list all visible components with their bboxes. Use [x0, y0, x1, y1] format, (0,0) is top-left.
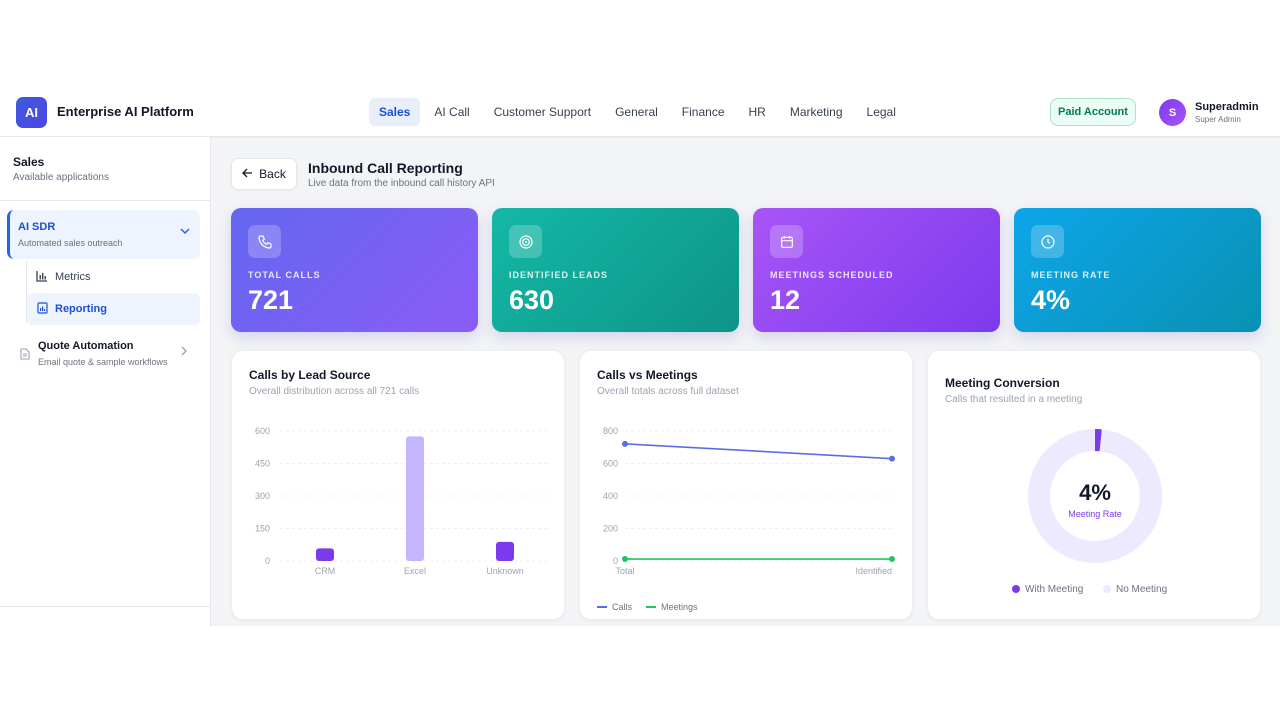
data-point: [622, 556, 628, 563]
chevron-right-icon[interactable]: [180, 345, 187, 359]
kpi-card-meetings-scheduled: MEETINGS SCHEDULED 12: [753, 208, 1000, 332]
bar-chart: 0 150 300 450 600 CRM Excel Unknown: [255, 426, 550, 576]
legend-swatch: [1103, 585, 1111, 593]
kpi-value: 630: [509, 285, 555, 315]
y-tick-label: 150: [255, 524, 270, 534]
calendar-icon: [770, 225, 803, 258]
kpi-label: IDENTIFIED LEADS: [509, 270, 609, 280]
y-tick-label: 600: [255, 426, 270, 436]
app-desc: Automated sales outreach: [18, 238, 123, 248]
avatar[interactable]: S: [1159, 99, 1186, 126]
nav-general[interactable]: General: [605, 98, 668, 126]
bar: [496, 541, 514, 561]
nav-ai-call[interactable]: AI Call: [424, 98, 479, 126]
line-chart: 0 200 400 600 800 Total Identified Calls Meeting…: [597, 426, 895, 612]
data-point: [889, 556, 895, 563]
phone-icon: [248, 225, 281, 258]
sidebar: Sales Available applications AI SDR Auto…: [0, 137, 211, 626]
nav-finance[interactable]: Finance: [672, 98, 735, 126]
clock-icon: [1031, 225, 1064, 258]
y-tick-label: 600: [603, 459, 618, 469]
legend-label: Calls: [612, 602, 633, 612]
brand-name: Enterprise AI Platform: [57, 104, 194, 119]
data-point: [889, 455, 895, 462]
divider: [0, 200, 210, 201]
kpi-value: 4%: [1031, 285, 1071, 315]
bar: [316, 548, 334, 561]
back-button[interactable]: Back: [231, 158, 297, 190]
legend-label: Meetings: [661, 602, 698, 612]
sidebar-title: Sales: [13, 155, 45, 169]
user-name: Superadmin: [1195, 101, 1259, 113]
paid-account-badge[interactable]: Paid Account: [1050, 98, 1136, 126]
nav-sales[interactable]: Sales: [369, 98, 421, 126]
donut-chart: 4% Meeting Rate With Meeting No Meeting: [1012, 429, 1167, 595]
nav-customer-support[interactable]: Customer Support: [484, 98, 601, 126]
kpi-label: MEETINGS SCHEDULED: [770, 270, 894, 280]
kpi-card-meeting-rate: MEETING RATE 4%: [1014, 208, 1261, 332]
kpi-value: 12: [770, 285, 801, 315]
target-icon: [509, 225, 542, 258]
page-title: Inbound Call Reporting: [308, 160, 463, 176]
kpi-card-total-calls: TOTAL CALLS 721: [231, 208, 478, 332]
page-subtitle: Live data from the inbound call history …: [308, 178, 495, 189]
y-tick-label: 0: [265, 556, 270, 566]
y-tick-label: 200: [603, 524, 618, 534]
divider: [0, 606, 210, 607]
sidebar-app-ai-sdr[interactable]: AI SDR Automated sales outreach: [7, 210, 200, 259]
app-name: AI SDR: [18, 221, 56, 233]
card-title: Calls by Lead Source: [249, 368, 371, 382]
x-tick-label: Unknown: [486, 566, 524, 576]
legend-label: No Meeting: [1116, 584, 1167, 595]
report-icon: [35, 301, 49, 317]
x-tick-label: Total: [615, 566, 634, 576]
kpi-card-identified-leads: IDENTIFIED LEADS 630: [492, 208, 739, 332]
user-role: Super Admin: [1195, 115, 1241, 124]
kpi-value: 721: [248, 285, 294, 315]
meeting-conversion-card: Meeting Conversion Calls that resulted i…: [927, 350, 1261, 620]
bar: [406, 436, 424, 561]
legend-label: With Meeting: [1025, 584, 1083, 595]
card-title: Meeting Conversion: [945, 376, 1060, 390]
series-line: [624, 443, 893, 460]
logo[interactable]: AI: [16, 97, 47, 128]
sidebar-app-quote-automation[interactable]: Quote Automation: [38, 340, 134, 352]
nav-legal[interactable]: Legal: [857, 98, 906, 126]
chevron-down-icon[interactable]: [180, 227, 190, 238]
y-tick-label: 0: [613, 556, 618, 566]
donut-center-value: 4%: [1079, 480, 1111, 505]
card-title: Calls vs Meetings: [597, 368, 698, 382]
sidebar-item-reporting[interactable]: Reporting: [27, 293, 200, 325]
donut-center-label: Meeting Rate: [1068, 509, 1122, 519]
x-tick-label: Excel: [404, 566, 426, 576]
y-tick-label: 800: [603, 426, 618, 436]
bar-chart-icon: [35, 270, 49, 285]
kpi-label: MEETING RATE: [1031, 270, 1111, 280]
arrow-left-icon: [242, 167, 253, 181]
nav-marketing[interactable]: Marketing: [780, 98, 853, 126]
x-tick-label: Identified: [855, 566, 892, 576]
sidebar-item-metrics[interactable]: Metrics: [27, 261, 200, 293]
top-header: AI Enterprise AI Platform Sales AI Call …: [0, 88, 1280, 137]
nav-hr[interactable]: HR: [739, 98, 776, 126]
lead-source-card: Calls by Lead Source Overall distributio…: [231, 350, 565, 620]
document-icon: [20, 348, 30, 363]
app-desc: Email quote & sample workflows: [38, 357, 168, 367]
y-tick-label: 450: [255, 459, 270, 469]
legend-swatch: [1012, 585, 1020, 593]
kpi-label: TOTAL CALLS: [248, 270, 321, 280]
app-root: AI Enterprise AI Platform Sales AI Call …: [0, 88, 1280, 626]
y-tick-label: 400: [603, 491, 618, 501]
top-nav: Sales AI Call Customer Support General F…: [369, 98, 906, 126]
sidebar-item-label: Metrics: [55, 271, 91, 283]
sidebar-subtitle: Available applications: [13, 172, 109, 183]
calls-vs-meetings-card: Calls vs Meetings Overall totals across …: [579, 350, 913, 620]
sidebar-item-label: Reporting: [55, 303, 107, 315]
x-tick-label: CRM: [315, 566, 336, 576]
data-point: [622, 440, 628, 447]
back-label: Back: [259, 167, 286, 181]
y-tick-label: 300: [255, 491, 270, 501]
